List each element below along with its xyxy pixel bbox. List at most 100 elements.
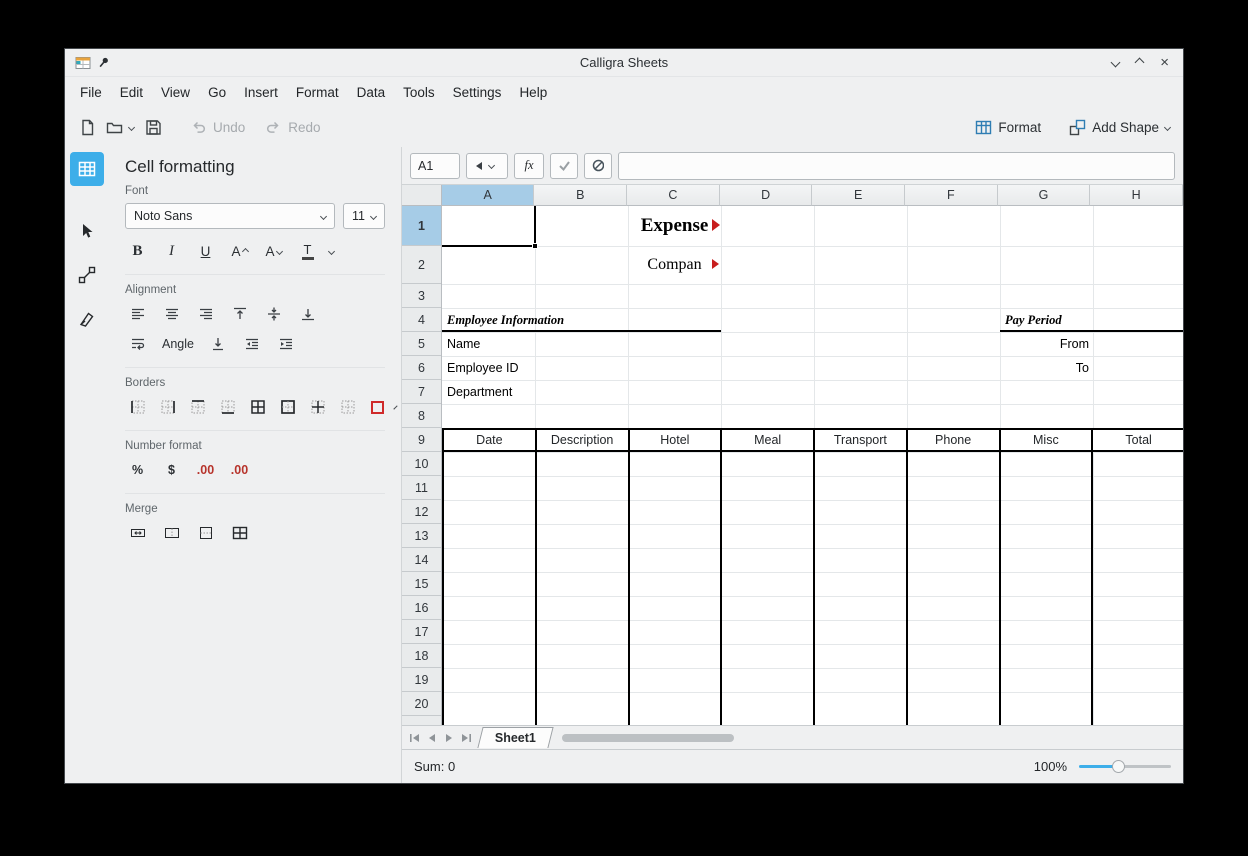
row-header-16[interactable]: 16 — [402, 596, 441, 620]
horizontal-scrollbar-thumb[interactable] — [562, 734, 734, 742]
zoom-slider-thumb[interactable] — [1112, 760, 1125, 773]
percent-format-button[interactable]: % — [125, 458, 150, 482]
menu-file[interactable]: File — [71, 81, 111, 104]
row-header-15[interactable]: 15 — [402, 572, 441, 596]
row-header-20[interactable]: 20 — [402, 692, 441, 716]
cell-h9[interactable]: Total — [1093, 430, 1183, 450]
previous-sheet-button[interactable] — [423, 729, 440, 747]
add-shape-dropdown-icon[interactable] — [1164, 123, 1171, 130]
grid[interactable]: A B C D E F G H 1 2 3 4 5 6 7 — [402, 185, 1183, 725]
align-center-button[interactable] — [159, 302, 184, 326]
row-header-14[interactable]: 14 — [402, 548, 441, 572]
row-header-1[interactable]: 1 — [402, 206, 441, 246]
cell-g6[interactable]: To — [1000, 356, 1089, 380]
border-top-button[interactable] — [185, 395, 210, 419]
increase-precision-button[interactable]: .00 — [193, 458, 218, 482]
border-color-dropdown-icon[interactable] — [393, 405, 397, 409]
cell-c9[interactable]: Hotel — [630, 430, 723, 450]
selection-fill-handle[interactable] — [532, 243, 538, 249]
cell-g9[interactable]: Misc — [1001, 430, 1094, 450]
next-sheet-button[interactable] — [440, 729, 457, 747]
row-header-17[interactable]: 17 — [402, 620, 441, 644]
cell-g5[interactable]: From — [1000, 332, 1089, 356]
row-header-10[interactable]: 10 — [402, 452, 441, 476]
underline-button[interactable]: U — [193, 239, 218, 263]
border-color-button[interactable] — [365, 395, 390, 419]
minimize-icon[interactable] — [1111, 58, 1121, 68]
row-header-3[interactable]: 3 — [402, 284, 441, 308]
cell-tool-button[interactable] — [70, 152, 104, 186]
split-cells-button[interactable] — [227, 521, 252, 545]
formula-input[interactable] — [618, 152, 1175, 180]
open-document-button[interactable] — [101, 112, 139, 142]
border-right-button[interactable] — [155, 395, 180, 419]
row-header-6[interactable]: 6 — [402, 356, 441, 380]
row-header-11[interactable]: 11 — [402, 476, 441, 500]
column-header-c[interactable]: C — [627, 185, 720, 206]
zoom-slider[interactable] — [1079, 759, 1171, 774]
table-column[interactable] — [815, 452, 908, 725]
save-button[interactable] — [139, 112, 167, 142]
menu-settings[interactable]: Settings — [444, 81, 511, 104]
table-column[interactable] — [722, 452, 815, 725]
indent-less-button[interactable] — [240, 332, 265, 356]
align-left-button[interactable] — [125, 302, 150, 326]
formula-button[interactable]: fx — [514, 153, 544, 179]
row-header-8[interactable]: 8 — [402, 404, 441, 428]
open-dropdown-icon[interactable] — [128, 123, 135, 130]
table-column[interactable] — [630, 452, 723, 725]
menu-tools[interactable]: Tools — [394, 81, 444, 104]
text-color-dropdown-icon[interactable] — [328, 247, 335, 254]
cancel-button[interactable] — [584, 153, 612, 179]
bold-button[interactable]: B — [125, 239, 150, 263]
decrease-precision-button[interactable]: .00 — [227, 458, 252, 482]
border-outline-button[interactable] — [275, 395, 300, 419]
column-header-e[interactable]: E — [812, 185, 905, 206]
sheet-tab-sheet1[interactable]: Sheet1 — [477, 727, 553, 748]
angle-button[interactable]: Angle — [159, 332, 197, 356]
row-header-7[interactable]: 7 — [402, 380, 441, 404]
font-family-select[interactable]: Noto Sans — [125, 203, 335, 229]
align-top-button[interactable] — [227, 302, 252, 326]
close-icon[interactable]: × — [1160, 55, 1169, 70]
menu-view[interactable]: View — [152, 81, 199, 104]
undo-button[interactable]: Undo — [185, 112, 250, 142]
shrink-font-button[interactable]: A — [261, 239, 286, 263]
cell-a4[interactable]: Employee Information — [447, 308, 564, 332]
indent-more-button[interactable] — [274, 332, 299, 356]
cell-c1[interactable]: Expense — [628, 206, 721, 246]
menu-go[interactable]: Go — [199, 81, 235, 104]
cell-e9[interactable]: Transport — [815, 430, 908, 450]
border-bottom-button[interactable] — [215, 395, 240, 419]
row-header-4[interactable]: 4 — [402, 308, 441, 332]
cell-a7[interactable]: Department — [447, 380, 512, 404]
column-header-b[interactable]: B — [534, 185, 627, 206]
border-none-button[interactable] — [335, 395, 360, 419]
row-header-18[interactable]: 18 — [402, 644, 441, 668]
menu-format[interactable]: Format — [287, 81, 348, 104]
select-all-corner[interactable] — [402, 185, 442, 206]
table-column[interactable] — [908, 452, 1001, 725]
new-document-button[interactable] — [73, 112, 101, 142]
column-header-h[interactable]: H — [1090, 185, 1183, 206]
column-header-f[interactable]: F — [905, 185, 998, 206]
table-column[interactable] — [537, 452, 630, 725]
cell-selection-a1[interactable] — [440, 204, 536, 247]
menu-help[interactable]: Help — [510, 81, 556, 104]
table-column[interactable] — [444, 452, 537, 725]
cell-a5[interactable]: Name — [447, 332, 480, 356]
row-header-2[interactable]: 2 — [402, 246, 441, 284]
grow-font-button[interactable]: A — [227, 239, 252, 263]
maximize-icon[interactable] — [1135, 58, 1145, 68]
apply-button[interactable] — [550, 153, 578, 179]
cell-g4[interactable]: Pay Period — [1005, 308, 1062, 332]
border-inner-button[interactable] — [305, 395, 330, 419]
cell-a9[interactable]: Date — [444, 430, 537, 450]
wrap-text-button[interactable] — [125, 332, 150, 356]
align-right-button[interactable] — [193, 302, 218, 326]
column-header-g[interactable]: G — [998, 185, 1091, 206]
first-sheet-button[interactable] — [406, 729, 423, 747]
cell-c2[interactable]: Compan — [628, 246, 721, 284]
border-all-button[interactable] — [245, 395, 270, 419]
calligraphy-tool-button[interactable] — [70, 302, 104, 336]
